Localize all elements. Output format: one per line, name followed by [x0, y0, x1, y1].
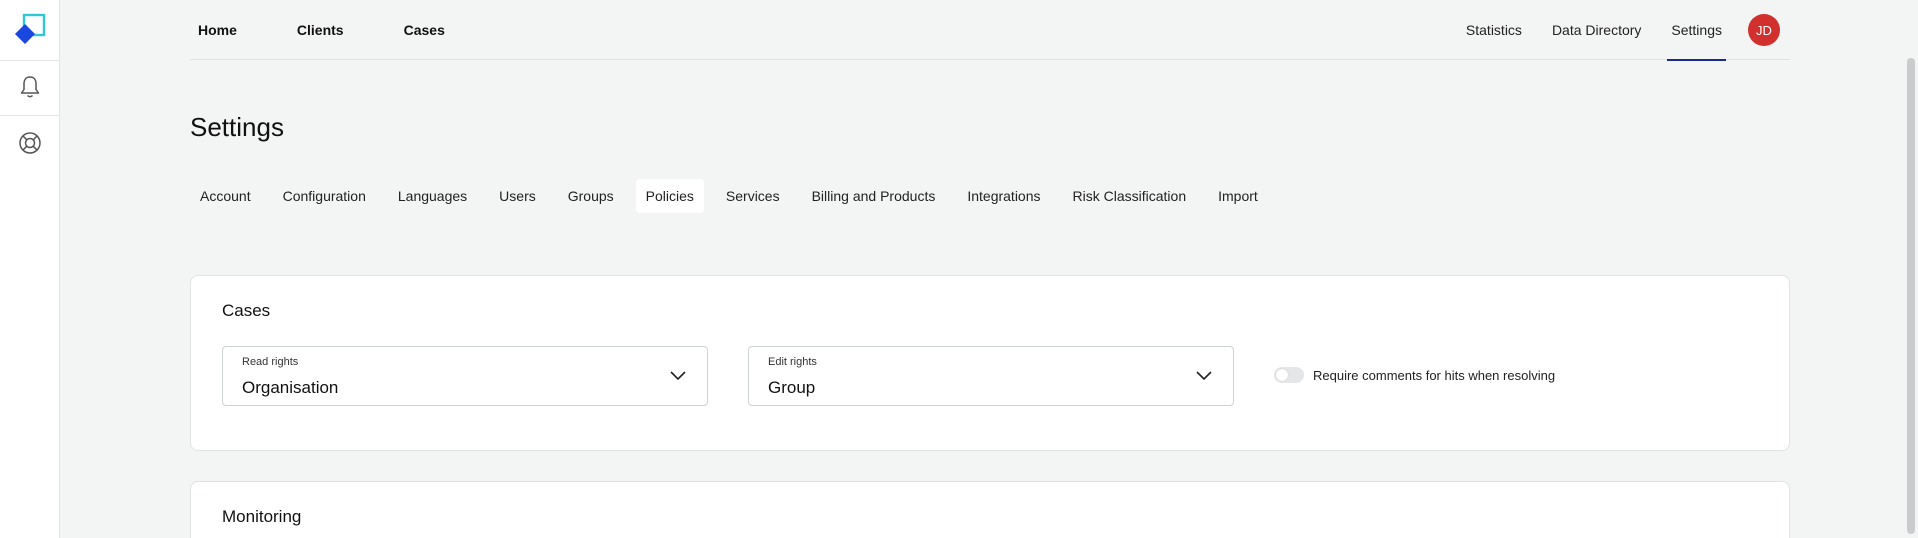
top-navigation: Home Clients Cases Statistics Data Direc…	[190, 0, 1790, 61]
nav-cases[interactable]: Cases	[404, 22, 445, 38]
tab-configuration[interactable]: Configuration	[273, 179, 376, 213]
chevron-down-icon	[1196, 371, 1212, 381]
require-comments-toggle[interactable]	[1274, 367, 1304, 383]
scrollbar-thumb[interactable]	[1907, 58, 1915, 534]
monitoring-card-title: Monitoring	[222, 507, 302, 526]
require-comments-label: Require comments for hits when resolving	[1313, 367, 1556, 383]
nav-data-directory[interactable]: Data Directory	[1548, 0, 1645, 60]
tab-risk-classification[interactable]: Risk Classification	[1063, 179, 1197, 213]
tab-users[interactable]: Users	[489, 179, 546, 213]
tab-import[interactable]: Import	[1208, 179, 1268, 213]
require-comments-setting: Require comments for hits when resolving	[1274, 367, 1555, 383]
app-logo-icon[interactable]	[13, 13, 47, 47]
left-rail	[0, 0, 60, 538]
page-title: Settings	[190, 112, 284, 142]
user-avatar[interactable]: JD	[1748, 14, 1780, 46]
monitoring-card: Monitoring	[190, 481, 1790, 538]
edit-rights-label: Edit rights	[768, 356, 817, 368]
lifebuoy-icon[interactable]	[17, 130, 43, 156]
edit-rights-select[interactable]: Edit rights Group	[748, 346, 1234, 406]
tab-integrations[interactable]: Integrations	[957, 179, 1050, 213]
chevron-down-icon	[670, 371, 686, 381]
read-rights-value: Organisation	[242, 378, 339, 397]
tab-groups[interactable]: Groups	[558, 179, 624, 213]
nav-statistics[interactable]: Statistics	[1462, 0, 1526, 60]
tab-billing-and-products[interactable]: Billing and Products	[802, 179, 946, 213]
rail-divider	[0, 60, 59, 61]
rail-divider	[0, 115, 59, 116]
cases-card-title: Cases	[222, 301, 271, 320]
toggle-knob	[1276, 369, 1288, 381]
cases-card: Cases Read rights Organisation Edit righ…	[190, 275, 1790, 451]
settings-tabs: Account Configuration Languages Users Gr…	[190, 179, 1280, 213]
nav-clients[interactable]: Clients	[297, 22, 344, 38]
tab-languages[interactable]: Languages	[388, 179, 477, 213]
primary-nav: Home Clients Cases	[190, 0, 497, 60]
read-rights-select[interactable]: Read rights Organisation	[222, 346, 708, 406]
tab-policies[interactable]: Policies	[635, 179, 704, 213]
edit-rights-value: Group	[768, 378, 816, 397]
bell-icon[interactable]	[17, 74, 43, 100]
nav-settings[interactable]: Settings	[1667, 0, 1726, 61]
page-scrollbar[interactable]	[1904, 0, 1918, 538]
tab-account[interactable]: Account	[190, 179, 261, 213]
nav-home[interactable]: Home	[198, 22, 237, 38]
read-rights-label: Read rights	[242, 356, 299, 368]
secondary-nav: Statistics Data Directory Settings JD	[1462, 0, 1790, 61]
tab-services[interactable]: Services	[716, 179, 790, 213]
